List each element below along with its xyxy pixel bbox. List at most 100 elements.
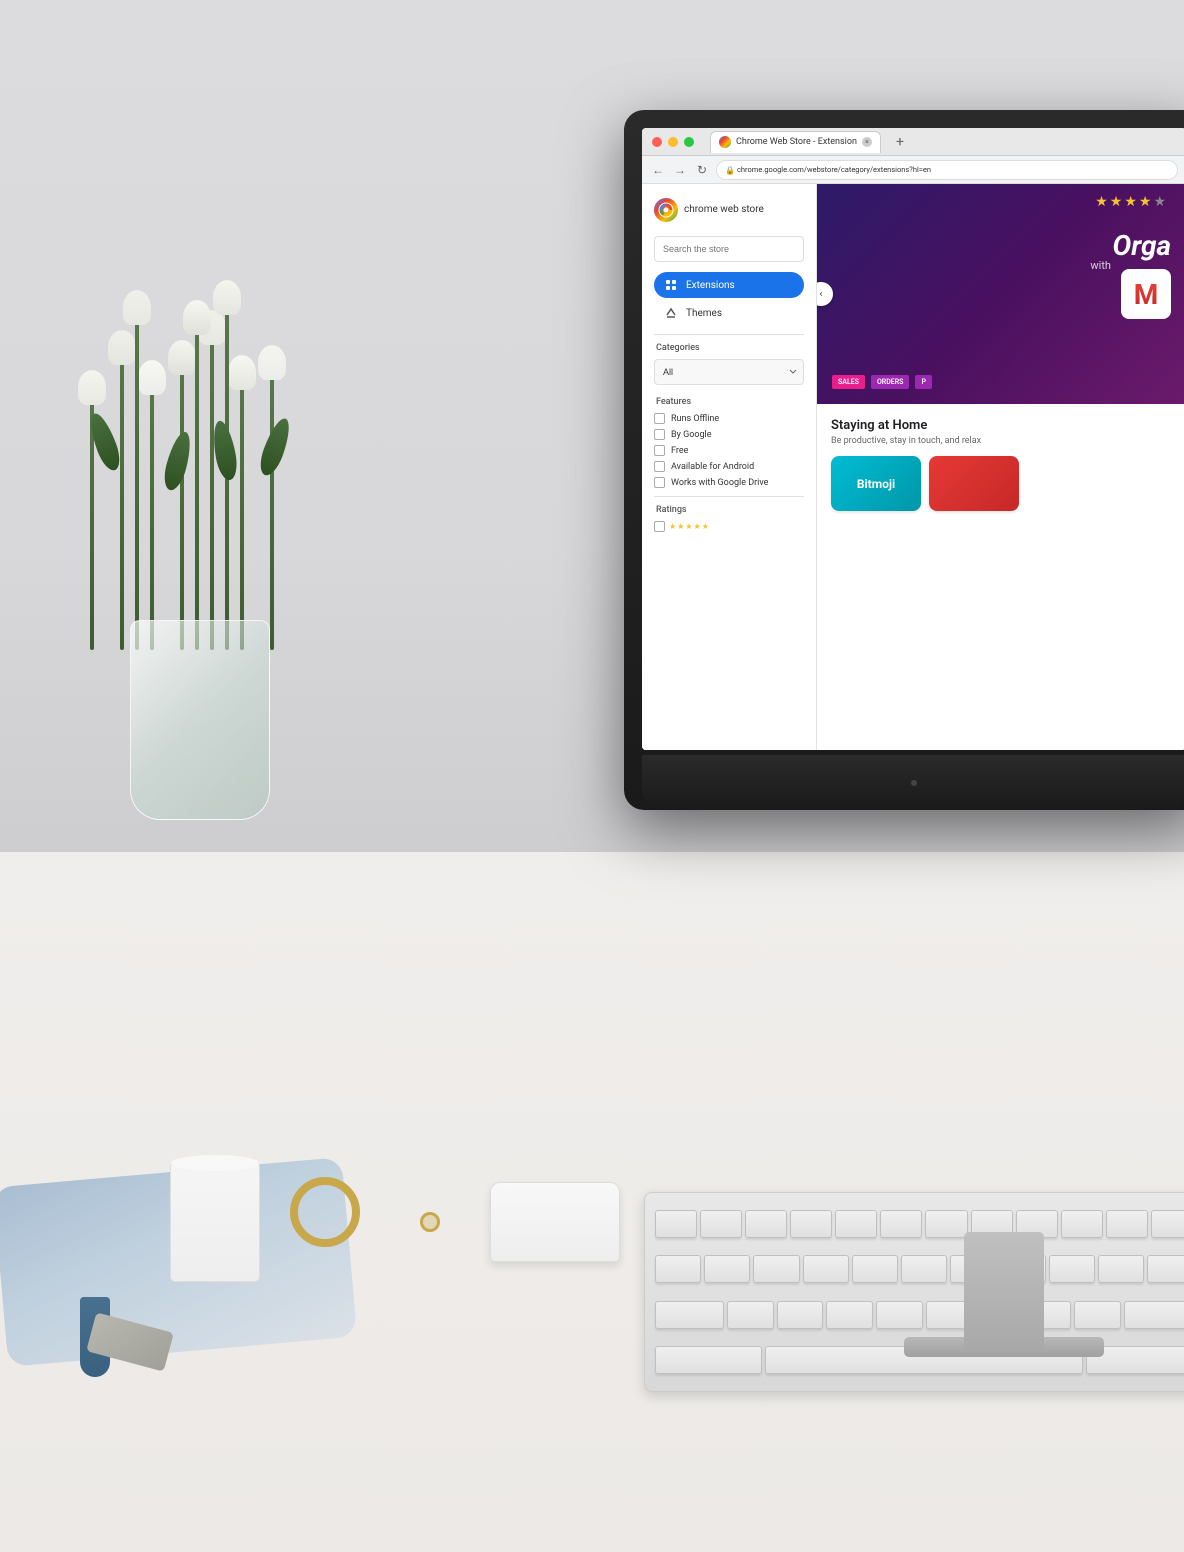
key [1074,1301,1121,1329]
lock-icon: 🔒 [725,166,733,174]
star-5: ★ [702,522,709,531]
leaf-3 [210,419,240,482]
key [826,1301,873,1329]
browser-nav-bar: ← → ↻ 🔒 chrome.google.com/webstore/categ… [642,156,1184,184]
key [655,1346,762,1374]
keyboard [644,1192,1184,1392]
banner-star-rating: ★ ★ ★ ★ ★ [1095,194,1166,210]
banner-star-3: ★ [1124,194,1137,210]
checkbox-free-input[interactable] [654,445,665,456]
tulip-stem-1 [90,370,94,650]
sidebar-divider [654,334,804,335]
cws-banner: ‹ ★ ★ ★ ★ ★ Orga with M [817,184,1184,404]
url-display: chrome.google.com/webstore/category/exte… [737,165,931,174]
chrome-web-store-sidebar: chrome web store [642,184,817,750]
banner-gmail-icon: M [1121,269,1171,319]
address-bar[interactable]: 🔒 chrome.google.com/webstore/category/ex… [716,160,1178,180]
checkbox-works-google-drive-input[interactable] [654,477,665,488]
stapler [490,1182,620,1262]
banner-tag-orders: ORDERS [871,375,910,389]
key [655,1255,701,1283]
search-input[interactable] [654,236,804,262]
categories-label: Categories [654,343,804,353]
key [803,1255,849,1283]
checkbox-runs-offline[interactable]: Runs Offline [654,413,804,424]
refresh-button[interactable]: ↻ [694,162,710,178]
checkbox-free[interactable]: Free [654,445,804,456]
checkbox-works-google-drive[interactable]: Works with Google Drive [654,477,804,488]
checkbox-runs-offline-input[interactable] [654,413,665,424]
star-3: ★ [685,522,692,531]
bitmoji-app-card[interactable]: Bitmoji [831,456,921,511]
nav-item-extensions[interactable]: Extensions [654,272,804,298]
keyboard-row-2 [655,1249,1184,1291]
back-button[interactable]: ← [650,162,666,178]
ratings-label: Ratings [654,505,804,515]
monitor-camera [911,780,917,786]
key [753,1255,799,1283]
categories-select[interactable]: All [654,359,804,385]
tulip-stem-2 [120,330,124,650]
browser-title-bar: Chrome Web Store - Extension × + [642,128,1184,156]
key [1106,1210,1148,1238]
earring [420,1212,440,1232]
traffic-light-maximize[interactable] [684,137,694,147]
leaf-4 [256,415,295,478]
banner-tags: SALES ORDERS P [832,375,932,389]
banner-title: Orga [1113,229,1171,262]
key [704,1255,750,1283]
banner-subtitle: with [1090,259,1111,272]
checkbox-available-android[interactable]: Available for Android [654,461,804,472]
banner-tag-p: P [915,375,932,389]
tulip-stem-5 [210,310,214,650]
keyboard-row-1 [655,1203,1184,1245]
forward-button[interactable]: → [672,162,688,178]
key [835,1210,877,1238]
tab-favicon-icon [719,136,731,148]
apps-row: Bitmoji [831,456,1172,511]
key [1151,1210,1184,1238]
nav-item-themes[interactable]: Themes [654,300,804,326]
key [727,1301,774,1329]
features-label: Features [654,397,804,407]
flower-vase [130,620,270,820]
key [852,1255,898,1283]
monitor-screen: Chrome Web Store - Extension × + ← → ↻ 🔒… [642,128,1184,750]
checkbox-by-google[interactable]: By Google [654,429,804,440]
traffic-light-minimize[interactable] [668,137,678,147]
leaf-2 [160,429,195,492]
checkbox-available-android-input[interactable] [654,461,665,472]
gold-bracelet [290,1177,360,1247]
banner-star-2: ★ [1110,194,1123,210]
new-tab-button[interactable]: + [891,133,909,151]
tulip-stem-8 [135,290,139,650]
key [901,1255,947,1283]
tab-close-button[interactable]: × [862,137,872,147]
rating-5-checkbox[interactable] [654,521,665,532]
traffic-light-close[interactable] [652,137,662,147]
keyboard-row-3 [655,1294,1184,1336]
tulip-stem-4 [180,340,184,650]
5-star-row: ★ ★ ★ ★ ★ [669,522,709,531]
cws-logo-area: chrome web store [654,198,804,222]
ratings-row-5star[interactable]: ★ ★ ★ ★ ★ [654,521,804,532]
scene: Chrome Web Store - Extension × + ← → ↻ 🔒… [0,0,1184,1552]
red-app-card[interactable] [929,456,1019,511]
key [745,1210,787,1238]
key [700,1210,742,1238]
staying-home-heading: Staying at Home [831,418,1172,433]
extensions-icon [664,278,678,292]
banner-star-5-empty: ★ [1153,194,1166,210]
candle-top [171,1155,259,1171]
checkbox-by-google-input[interactable] [654,429,665,440]
banner-prev-arrow[interactable]: ‹ [817,282,833,306]
key [1049,1255,1095,1283]
cws-main-content: ‹ ★ ★ ★ ★ ★ Orga with M [817,184,1184,750]
cws-logo-icon [654,198,678,222]
banner-star-4: ★ [1139,194,1152,210]
browser-content: chrome web store [642,184,1184,750]
tab-title: Chrome Web Store - Extension [736,137,857,147]
key [1147,1255,1184,1283]
runs-offline-label: Runs Offline [671,414,719,424]
browser-tab-active[interactable]: Chrome Web Store - Extension × [710,131,881,153]
